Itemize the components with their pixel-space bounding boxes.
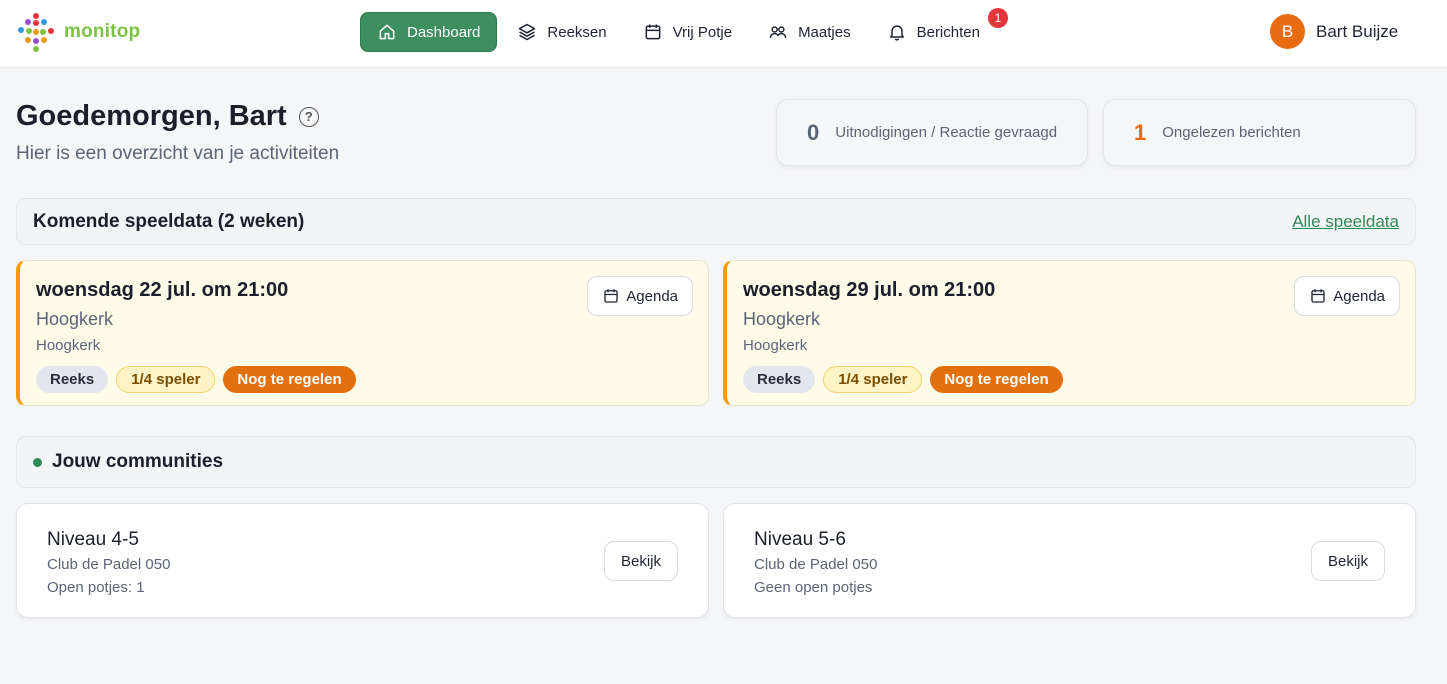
match-card[interactable]: woensdag 22 jul. om 21:00 Hoogkerk Hoogk… bbox=[16, 260, 709, 406]
greeting-title: Goedemorgen, Bart bbox=[16, 100, 287, 132]
stat-invitations[interactable]: 0 Uitnodigingen / Reactie gevraagd bbox=[776, 99, 1088, 166]
calendar-icon bbox=[1311, 289, 1325, 303]
stat-unread-label: Ongelezen berichten bbox=[1162, 124, 1301, 141]
community-open-games: Open potjes: 1 bbox=[47, 579, 145, 596]
status-dot-icon bbox=[33, 457, 42, 467]
upcoming-header: Komende speeldata (2 weken) Alle speelda… bbox=[16, 198, 1416, 245]
top-navbar: monitop Dashboard Reeksen Vrij Potje Maa… bbox=[0, 0, 1447, 68]
agenda-label: Agenda bbox=[626, 287, 678, 305]
nav-dashboard[interactable]: Dashboard bbox=[360, 12, 498, 52]
match-tags: Reeks 1/4 speler Nog te regelen bbox=[36, 366, 692, 393]
stat-invitations-value: 0 bbox=[807, 119, 820, 145]
community-club: Club de Padel 050 bbox=[47, 556, 171, 573]
nav-berichten-label: Berichten bbox=[916, 23, 980, 41]
calendar-icon bbox=[645, 24, 661, 40]
match-sublocation: Hoogkerk bbox=[743, 337, 808, 354]
community-card[interactable]: Niveau 5-6 Club de Padel 050 Geen open p… bbox=[723, 503, 1416, 618]
all-playdates-link[interactable]: Alle speeldata bbox=[1292, 212, 1399, 232]
tag-reeks: Reeks bbox=[743, 366, 816, 393]
tag-status: Nog te regelen bbox=[930, 366, 1063, 393]
nav-berichten[interactable]: Berichten 1 bbox=[871, 8, 1008, 52]
logo-icon bbox=[18, 13, 54, 52]
user-name: Bart Buijze bbox=[1316, 21, 1399, 41]
logo[interactable]: monitop bbox=[16, 12, 140, 52]
stat-unread-value: 1 bbox=[1134, 119, 1147, 145]
nav-dashboard-label: Dashboard bbox=[407, 23, 481, 41]
match-card[interactable]: woensdag 29 jul. om 21:00 Hoogkerk Hoogk… bbox=[723, 260, 1416, 406]
match-tags: Reeks 1/4 speler Nog te regelen bbox=[743, 366, 1399, 393]
community-name: Niveau 5-6 bbox=[754, 529, 846, 550]
nav-reeksen-label: Reeksen bbox=[547, 23, 607, 41]
nav-vrij-potje[interactable]: Vrij Potje bbox=[627, 12, 748, 52]
community-open-games: Geen open potjes bbox=[754, 579, 873, 596]
stat-unread[interactable]: 1 Ongelezen berichten bbox=[1103, 99, 1416, 166]
main-nav: Dashboard Reeksen Vrij Potje Maatjes Ber… bbox=[360, 8, 1008, 52]
greeting-subtitle: Hier is een overzicht van je activiteite… bbox=[16, 143, 340, 164]
communities-title: Jouw communities bbox=[52, 451, 224, 472]
user-menu[interactable]: B Bart Buijze bbox=[1270, 14, 1398, 49]
nav-reeksen[interactable]: Reeksen bbox=[501, 12, 622, 52]
community-name: Niveau 4-5 bbox=[47, 529, 139, 550]
tag-players: 1/4 speler bbox=[116, 366, 216, 393]
nav-vrij-potje-label: Vrij Potje bbox=[672, 23, 733, 41]
stat-invitations-label: Uitnodigingen / Reactie gevraagd bbox=[835, 124, 1058, 141]
greeting: Goedemorgen, Bart ? Hier is een overzich… bbox=[16, 100, 339, 165]
help-icon[interactable]: ? bbox=[298, 106, 319, 127]
agenda-button[interactable]: Agenda bbox=[587, 276, 693, 316]
users-icon bbox=[769, 26, 787, 38]
bell-icon bbox=[889, 25, 904, 41]
brand-name: monitop bbox=[64, 21, 141, 42]
tag-status: Nog te regelen bbox=[223, 366, 356, 393]
match-sublocation: Hoogkerk bbox=[36, 337, 101, 354]
home-icon bbox=[379, 24, 395, 40]
notification-badge: 1 bbox=[987, 8, 1008, 28]
calendar-icon bbox=[604, 289, 618, 303]
avatar: B bbox=[1270, 14, 1305, 49]
tag-reeks: Reeks bbox=[36, 366, 109, 393]
view-community-button[interactable]: Bekijk bbox=[603, 541, 678, 581]
community-card[interactable]: Niveau 4-5 Club de Padel 050 Open potjes… bbox=[16, 503, 709, 618]
upcoming-title: Komende speeldata (2 weken) bbox=[33, 210, 305, 232]
community-club: Club de Padel 050 bbox=[754, 556, 878, 573]
agenda-button[interactable]: Agenda bbox=[1294, 276, 1400, 316]
nav-maatjes[interactable]: Maatjes bbox=[752, 12, 867, 52]
agenda-label: Agenda bbox=[1333, 287, 1385, 305]
layers-icon bbox=[519, 23, 536, 41]
view-community-button[interactable]: Bekijk bbox=[1310, 541, 1385, 581]
communities-header: Jouw communities bbox=[16, 436, 1416, 488]
page-title: Goedemorgen, Bart ? bbox=[16, 100, 339, 133]
nav-maatjes-label: Maatjes bbox=[798, 23, 851, 41]
tag-players: 1/4 speler bbox=[823, 366, 923, 393]
